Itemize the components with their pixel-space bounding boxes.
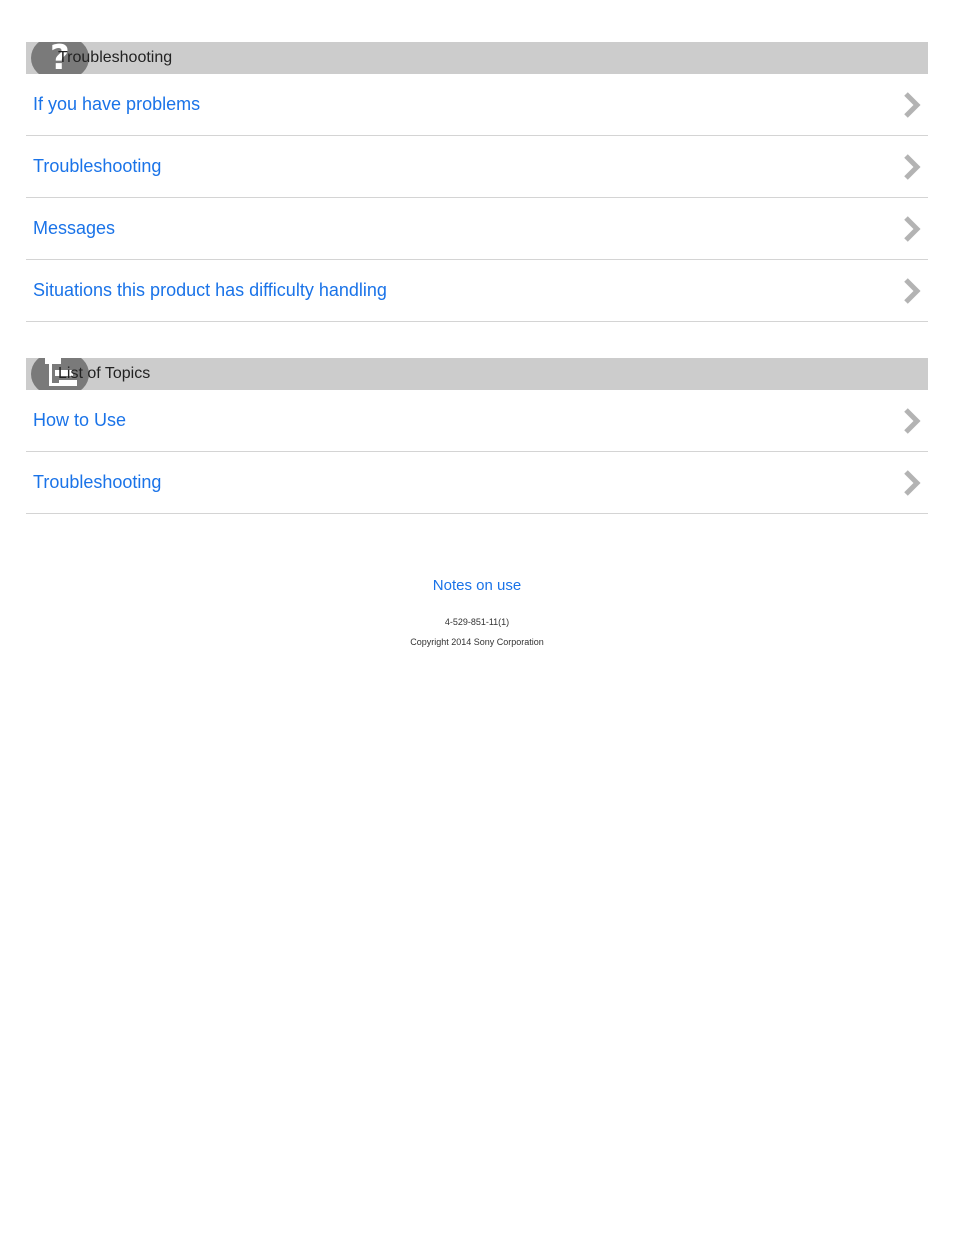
- chevron-right-icon: [904, 278, 921, 304]
- section-title: Troubleshooting: [58, 49, 173, 66]
- list-item-label[interactable]: Messages: [33, 198, 115, 258]
- chevron-right-icon: [904, 470, 921, 496]
- section-list-of-topics: List of Topics How to Use Troubleshootin…: [26, 358, 928, 514]
- model-number: 4-529-851-11(1): [444, 617, 510, 627]
- list-item-label[interactable]: How to Use: [33, 390, 126, 450]
- section-header: List of Topics: [26, 358, 928, 390]
- list-item-troubleshooting[interactable]: Troubleshooting: [26, 452, 928, 514]
- list-item-how-to-use[interactable]: How to Use: [26, 390, 928, 452]
- list-item-label[interactable]: Troubleshooting: [33, 452, 161, 512]
- copyright-text: Copyright 2014 Sony Corporation: [410, 637, 544, 647]
- list-item-troubleshooting[interactable]: Troubleshooting: [26, 136, 928, 198]
- section-troubleshooting: ? Troubleshooting If you have problems T…: [26, 42, 928, 322]
- section-title: List of Topics: [58, 365, 151, 382]
- chevron-right-icon: [904, 154, 921, 180]
- list-item-label[interactable]: If you have problems: [33, 74, 200, 134]
- help-guide-page: ? Troubleshooting If you have problems T…: [0, 0, 954, 1235]
- list-item-messages[interactable]: Messages: [26, 198, 928, 260]
- chevron-right-icon: [904, 216, 921, 242]
- list-item-situations[interactable]: Situations this product has difficulty h…: [26, 260, 928, 322]
- chevron-right-icon: [904, 92, 921, 118]
- list-item-if-you-have-problems[interactable]: If you have problems: [26, 74, 928, 136]
- notes-on-use-link[interactable]: Notes on use: [0, 576, 954, 596]
- section-header: ? Troubleshooting: [26, 42, 928, 74]
- chevron-right-icon: [904, 408, 921, 434]
- list-item-label[interactable]: Troubleshooting: [33, 136, 161, 196]
- list-item-label[interactable]: Situations this product has difficulty h…: [33, 260, 387, 320]
